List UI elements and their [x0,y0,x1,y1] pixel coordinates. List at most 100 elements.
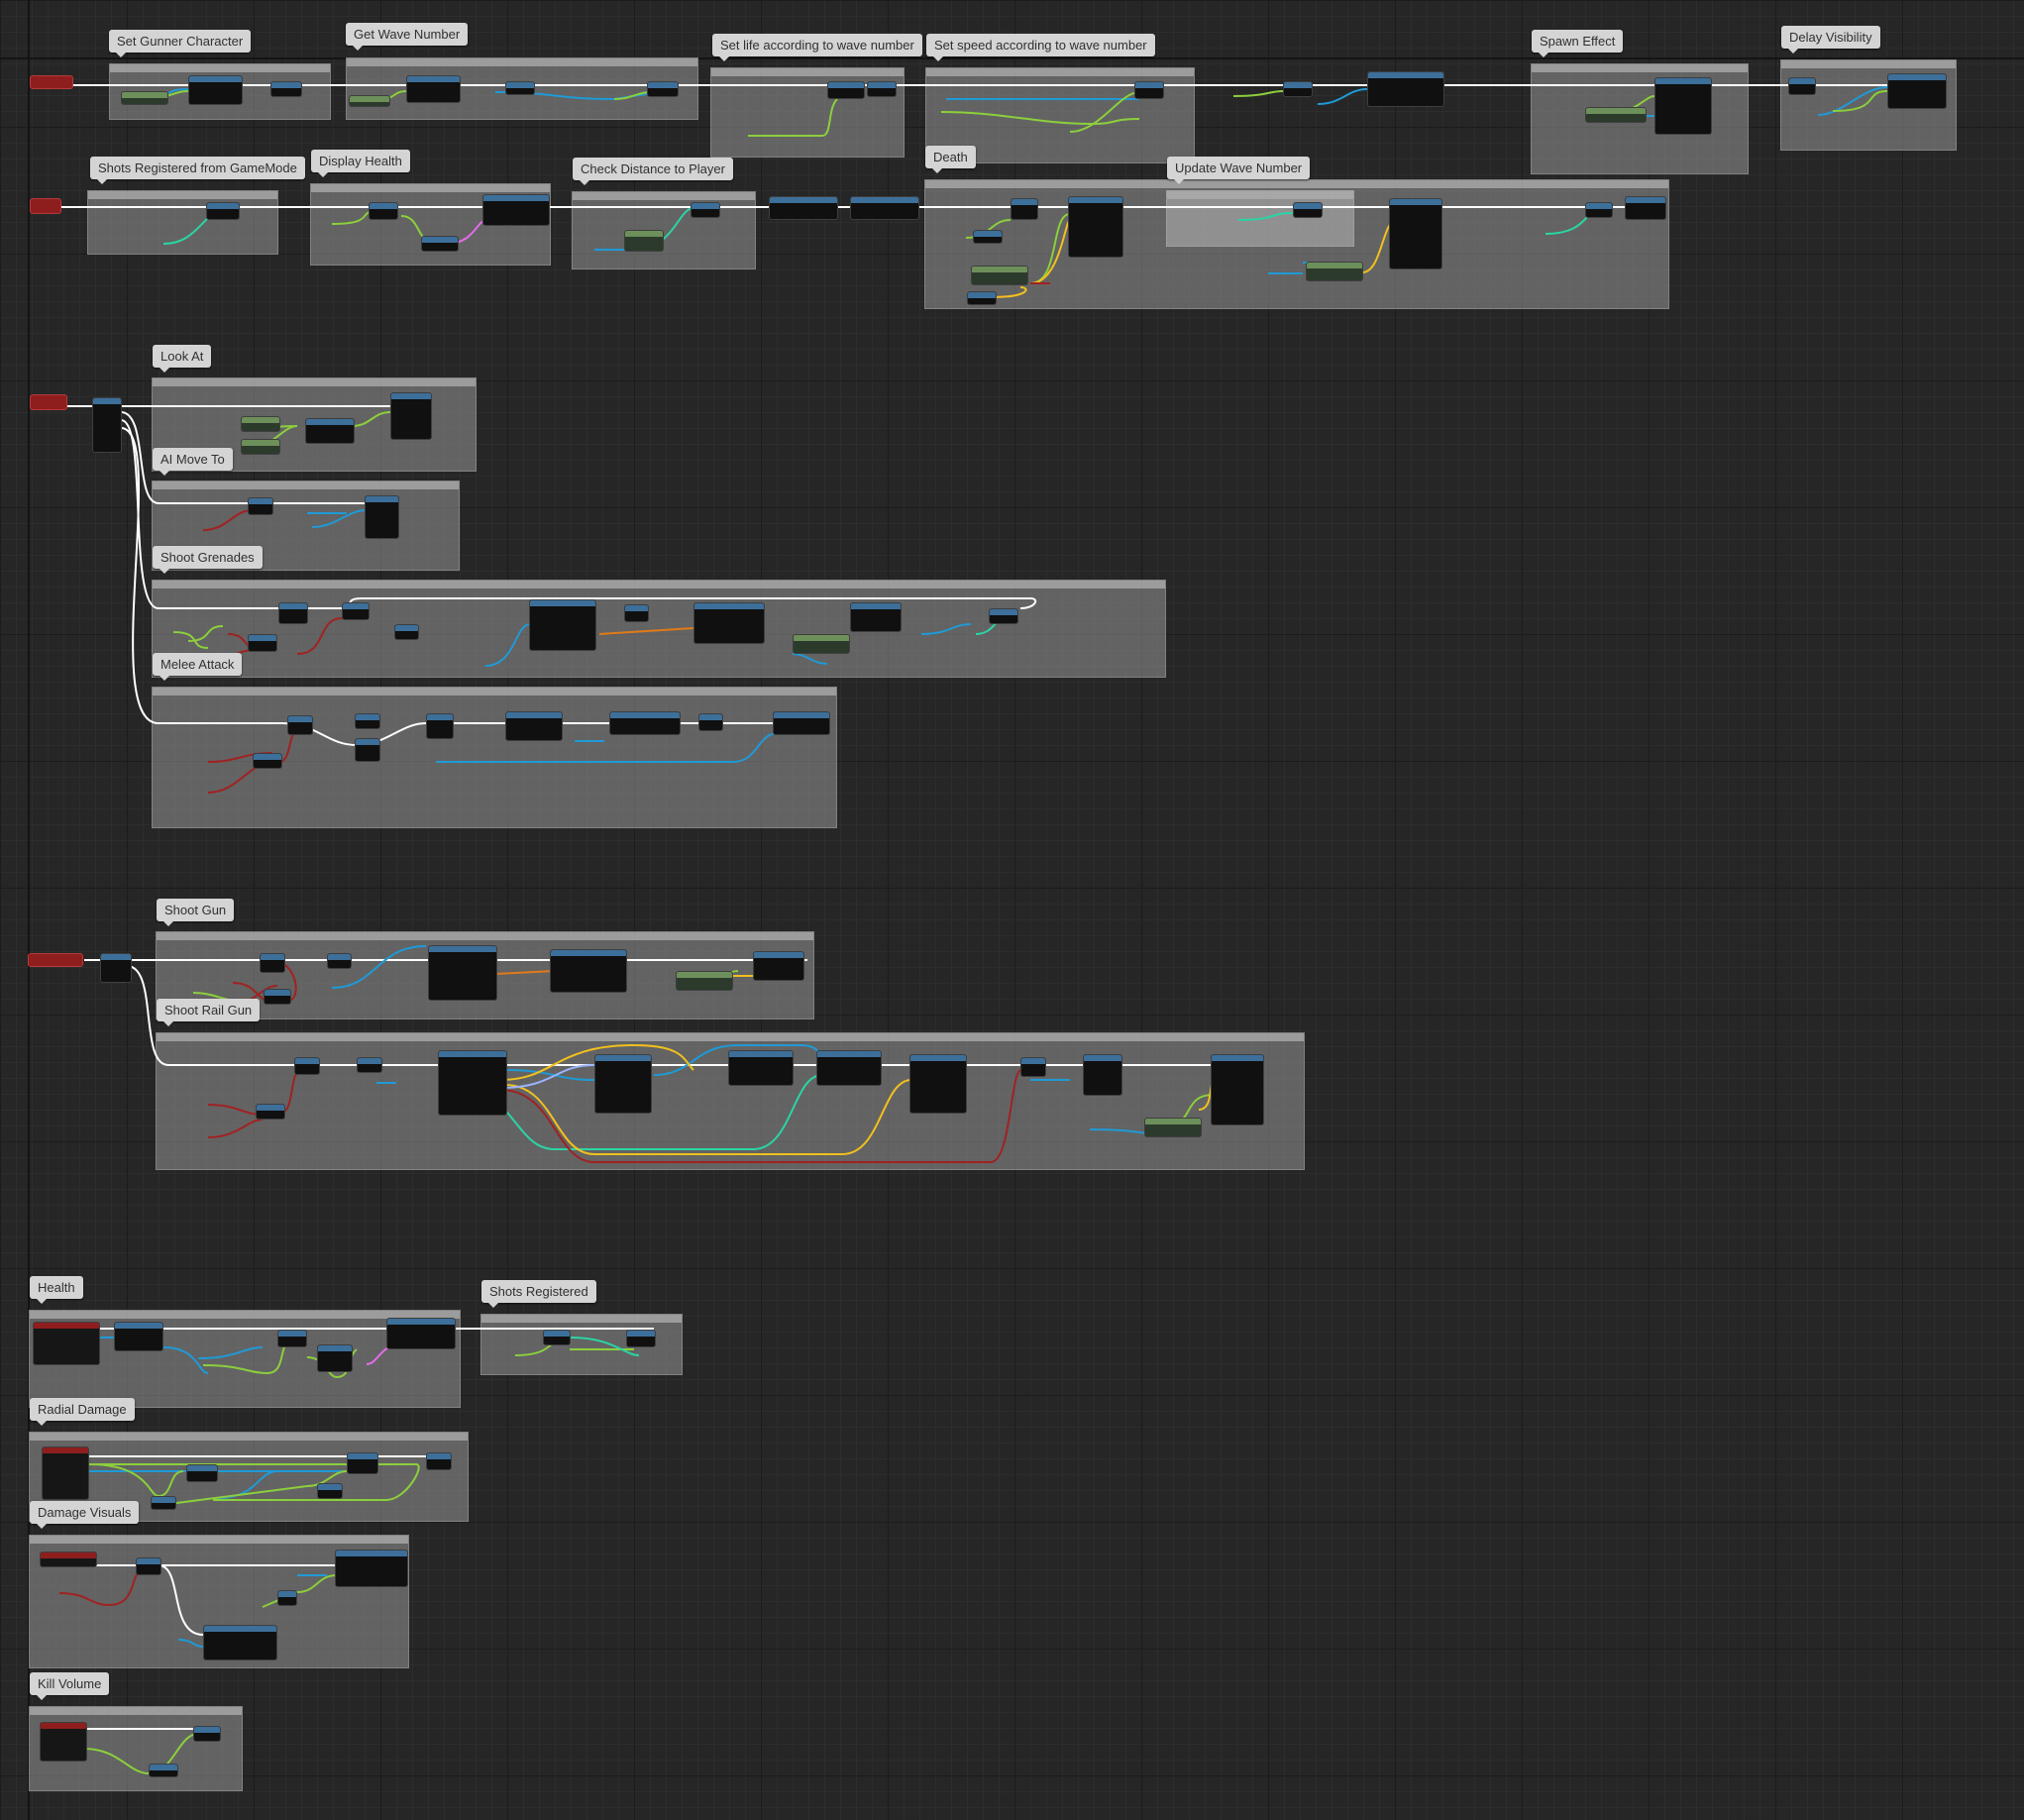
branch-node[interactable] [294,1057,320,1075]
delay-node[interactable] [355,738,380,762]
compare-node[interactable] [691,202,720,218]
comment-label-set-life-wave[interactable]: Set life according to wave number [712,34,922,61]
math-node[interactable] [827,81,865,99]
comment-label-set-speed-wave[interactable]: Set speed according to wave number [926,34,1155,61]
set-parameter-node[interactable] [816,1050,882,1086]
comment-label-ai-move-to[interactable]: AI Move To [153,448,233,476]
gate-node[interactable] [426,713,454,739]
delay-node[interactable] [1788,77,1816,95]
comment-label-shots-registered[interactable]: Shots Registered [481,1280,596,1308]
set-node[interactable] [1283,81,1313,97]
comment-label-display-health[interactable]: Display Health [311,150,410,177]
apply-damage-node[interactable] [1083,1054,1122,1096]
set-node[interactable] [1293,202,1323,218]
line-trace-node[interactable] [438,1050,507,1116]
find-look-at-node[interactable] [305,418,355,444]
destroy-actor-node[interactable] [1625,196,1666,220]
variable-node[interactable] [1585,107,1647,123]
delay-node[interactable] [327,953,352,969]
comment-label-shoot-gun[interactable]: Shoot Gun [157,899,235,926]
delay-node[interactable] [624,604,649,622]
spawn-actor-node[interactable] [428,945,497,1001]
math-node[interactable] [151,1496,176,1510]
math-node[interactable] [186,1464,218,1482]
spawn-projectile-node[interactable] [550,949,627,993]
and-node[interactable] [256,1104,285,1120]
set-node[interactable] [347,1452,378,1474]
event-begin-play-node[interactable] [30,75,73,89]
math-node[interactable] [317,1344,353,1372]
set-text-node[interactable] [482,194,550,226]
delay-node[interactable] [698,713,723,731]
delay-node[interactable] [394,624,419,640]
comment-label-shots-registered-gamemode[interactable]: Shots Registered from GameMode [90,157,305,184]
comment-label-damage-visuals[interactable]: Damage Visuals [30,1501,140,1529]
comment-label-get-wave-number[interactable]: Get Wave Number [346,23,469,51]
set-node[interactable] [426,1452,452,1470]
function-node[interactable] [421,236,459,252]
variable-node[interactable] [121,91,168,105]
switch-node[interactable] [92,397,122,453]
spawn-projectile-node[interactable] [693,602,765,644]
set-parameter-node[interactable] [728,1050,794,1086]
anim-node[interactable] [773,711,830,735]
apply-damage-node[interactable] [609,711,681,735]
and-node[interactable] [253,753,282,769]
blueprint-graph-canvas[interactable]: Set Gunner Character Get Wave Number Set… [0,0,2024,1820]
branch-node[interactable] [206,202,240,220]
event-tick-node[interactable] [30,198,61,214]
set-node[interactable] [270,81,302,97]
comment-label-death[interactable]: Death [925,146,976,173]
delay-node[interactable] [355,713,380,729]
set-node[interactable] [543,1330,571,1345]
math-node[interactable] [867,81,897,97]
play-sound-node[interactable] [1389,198,1442,269]
set-node[interactable] [1585,202,1613,218]
variable-node[interactable] [971,266,1028,285]
event-any-damage-node[interactable] [33,1322,100,1365]
gate-node[interactable] [342,602,370,620]
set-node[interactable] [505,81,535,95]
variable-node[interactable] [676,971,733,991]
set-node[interactable] [386,1318,456,1349]
comment-label-check-distance[interactable]: Check Distance to Player [573,158,733,185]
event-radial-damage-node[interactable] [42,1446,89,1500]
set-parameter-node[interactable] [203,1625,277,1660]
comment-label-spawn-effect[interactable]: Spawn Effect [1532,30,1624,57]
branch-node[interactable] [278,602,308,624]
cast-node[interactable] [114,1322,163,1351]
branch-node[interactable] [260,953,285,973]
function-node[interactable] [769,196,838,220]
math-node[interactable] [149,1764,178,1777]
spawn-system-node[interactable] [1654,77,1712,135]
set-node[interactable] [193,1726,221,1742]
branch-node[interactable] [248,497,273,515]
set-rotation-node[interactable] [390,392,432,440]
math-node[interactable] [989,608,1018,624]
spawn-system-node[interactable] [909,1054,967,1114]
comment-label-shoot-grenades[interactable]: Shoot Grenades [153,546,263,574]
spawn-system-node[interactable] [1068,196,1123,258]
math-node[interactable] [973,230,1003,244]
delay-node[interactable] [357,1057,382,1073]
variable-node[interactable] [1144,1118,1202,1137]
play-sound-node[interactable] [850,602,902,632]
variable-node[interactable] [241,416,280,432]
math-node[interactable] [369,202,398,220]
math-node[interactable] [277,1330,307,1347]
comment-label-health[interactable]: Health [30,1276,83,1304]
variable-node[interactable] [241,439,280,455]
spawn-system-node[interactable] [594,1054,652,1114]
math-node[interactable] [967,291,997,305]
variable-node[interactable] [1306,262,1363,281]
comment-label-kill-volume[interactable]: Kill Volume [30,1672,110,1700]
comment-label-look-at[interactable]: Look At [153,345,212,373]
play-sound-node[interactable] [1211,1054,1264,1125]
comment-label-delay-visibility[interactable]: Delay Visibility [1781,26,1880,54]
event-ai-node[interactable] [30,394,67,410]
branch-node[interactable] [1011,198,1038,220]
event-kill-volume-node[interactable] [40,1722,87,1762]
event-on-fire-node[interactable] [28,953,83,967]
and-node[interactable] [264,989,291,1005]
function-node[interactable] [406,75,461,103]
